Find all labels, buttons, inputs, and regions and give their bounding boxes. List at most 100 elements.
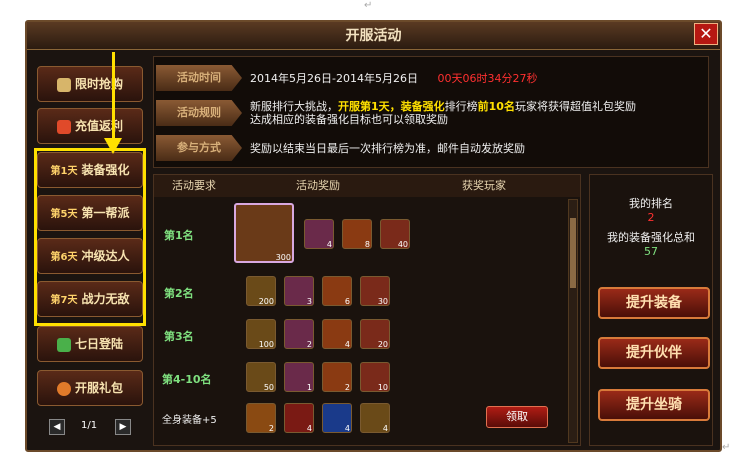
upgrade-equipment-button[interactable]: 提升装备 (598, 287, 710, 319)
sidebar-item-seven-day-login[interactable]: 七日登陆 (37, 326, 143, 362)
rank-label: 第1名 (164, 229, 194, 242)
sidebar-item-label: 战力无敌 (81, 292, 130, 306)
rule-highlight: 前10名 (477, 100, 515, 113)
item-count: 30 (377, 297, 388, 306)
time-row: 活动时间 2014年5月26日-2014年5月26日 00天06时34分27秒 (156, 65, 706, 91)
reward-item[interactable]: 4 (284, 403, 314, 433)
reward-item[interactable]: 30 (360, 276, 390, 306)
paragraph-mark-top: ↵ (364, 0, 373, 11)
sidebar-item-label: 充值返利 (74, 119, 123, 133)
rule-highlight: 开服第1天，装备强化 (338, 100, 445, 113)
item-count: 4 (306, 424, 312, 433)
my-total-value: 57 (644, 245, 658, 258)
table-header: 活动要求 活动奖励 获奖玩家 (154, 175, 580, 197)
rank-label: 第4-10名 (162, 373, 212, 386)
item-count: 2 (268, 424, 274, 433)
upgrade-mount-button[interactable]: 提升坐骑 (598, 389, 710, 421)
window-title: 开服活动 (345, 28, 402, 44)
main-panel: 活动时间 2014年5月26日-2014年5月26日 00天06时34分27秒 … (153, 56, 717, 448)
reward-item[interactable]: 300 (234, 203, 294, 263)
hourglass-icon (56, 77, 71, 92)
time-range: 2014年5月26日-2014年5月26日 (250, 72, 418, 85)
item-count: 1 (306, 383, 312, 392)
sidebar-item-label: 限时抢购 (74, 77, 123, 91)
item-count: 40 (397, 240, 408, 249)
sidebar-item-equip-enhance[interactable]: 第1天 装备强化 (37, 152, 143, 188)
sidebar-item-label: 装备强化 (81, 163, 130, 177)
rule-row: 活动规则 新服排行大挑战，开服第1天，装备强化排行榜前10名玩家将获得超值礼包奖… (156, 100, 706, 126)
sidebar-item-top-guild[interactable]: 第5天 第一帮派 (37, 195, 143, 231)
next-page-button[interactable]: ▶ (115, 419, 131, 435)
upgrade-partner-button[interactable]: 提升伙伴 (598, 337, 710, 369)
item-count: 20 (377, 340, 388, 349)
sidebar-item-day: 第5天 (50, 209, 78, 220)
sidebar-item-label: 七日登陆 (74, 337, 123, 351)
rule-part: 排行榜 (444, 100, 478, 113)
bag-icon (56, 119, 71, 134)
countdown: 00天06时34分27秒 (437, 72, 538, 85)
reward-item[interactable]: 3 (284, 276, 314, 306)
my-rank-value: 2 (647, 211, 655, 224)
sidebar-item-day: 第7天 (50, 295, 78, 306)
item-count: 3 (306, 297, 312, 306)
rule-tag: 活动规则 (156, 100, 242, 126)
reward-item[interactable]: 4 (322, 403, 352, 433)
my-total-label: 我的装备强化总和 (607, 231, 695, 244)
reward-item[interactable]: 2 (246, 403, 276, 433)
page-indicator: 1/1 (81, 420, 98, 431)
prev-page-button[interactable]: ◀ (49, 419, 65, 435)
reward-item[interactable]: 200 (246, 276, 276, 306)
reward-item[interactable]: 20 (360, 319, 390, 349)
item-count: 4 (344, 340, 350, 349)
item-count: 6 (344, 297, 350, 306)
sidebar-item-label: 开服礼包 (74, 381, 123, 395)
sidebar-item-flash-sale[interactable]: 限时抢购 (37, 66, 143, 102)
sidebar-item-label: 冲级达人 (81, 249, 130, 263)
reward-item[interactable]: 10 (360, 362, 390, 392)
time-tag: 活动时间 (156, 65, 242, 91)
login-icon (56, 337, 71, 352)
item-count: 4 (382, 424, 388, 433)
sidebar-item-power[interactable]: 第7天 战力无敌 (37, 281, 143, 317)
reward-table: 活动要求 活动奖励 获奖玩家 第1名 300 4 8 40 第2名 200 3 … (153, 174, 581, 446)
pointer-arrow-icon (104, 138, 122, 154)
header-requirement: 活动要求 (172, 179, 216, 192)
method-tag: 参与方式 (156, 135, 242, 161)
claim-button[interactable]: 领取 (486, 406, 548, 428)
table-scrollbar[interactable] (568, 199, 578, 443)
sidebar-item-label: 第一帮派 (81, 206, 130, 220)
reward-item[interactable]: 8 (342, 219, 372, 249)
rank-label: 第3名 (164, 330, 194, 343)
reward-item[interactable]: 2 (322, 362, 352, 392)
method-row: 参与方式 奖励以结束当日最后一次排行榜为准，邮件自动发放奖励 (156, 135, 706, 161)
close-button[interactable]: ✕ (694, 23, 718, 45)
item-count: 50 (263, 383, 274, 392)
scrollbar-thumb[interactable] (570, 218, 576, 288)
reward-item[interactable]: 100 (246, 319, 276, 349)
sidebar-item-launch-gift[interactable]: 开服礼包 (37, 370, 143, 406)
reward-item[interactable]: 50 (246, 362, 276, 392)
sidebar: 限时抢购 充值返利 第1天 装备强化 第5天 第一帮派 第6天 冲级达人 第7天 战力无… (33, 56, 149, 448)
method-text: 奖励以结束当日最后一次排行榜为准，邮件自动发放奖励 (250, 142, 525, 155)
reward-item[interactable]: 6 (322, 276, 352, 306)
reward-item[interactable]: 4 (360, 403, 390, 433)
sidebar-item-day: 第6天 (50, 252, 78, 263)
sidebar-item-recharge-rebate[interactable]: 充值返利 (37, 108, 143, 144)
rule-part: 玩家将获得超值礼包奖励 (514, 100, 636, 113)
sidebar-item-level-master[interactable]: 第6天 冲级达人 (37, 238, 143, 274)
item-count: 100 (258, 340, 274, 349)
item-count: 4 (326, 240, 332, 249)
reward-item[interactable]: 2 (284, 319, 314, 349)
reward-item[interactable]: 4 (322, 319, 352, 349)
item-count: 200 (258, 297, 274, 306)
reward-item[interactable]: 40 (380, 219, 410, 249)
rule-line2: 达成相应的装备强化目标也可以领取奖励 (250, 113, 448, 126)
sidebar-item-day: 第1天 (50, 166, 78, 177)
rank-label: 第2名 (164, 287, 194, 300)
reward-item[interactable]: 4 (304, 219, 334, 249)
page: ↵ ↵ 开服活动 ✕ 限时抢购 充值返利 第1天 装备强化 第5天 第一帮派 第6天… (0, 0, 736, 463)
gift-icon (56, 381, 71, 396)
rank-label: 全身装备+5 (162, 415, 217, 426)
item-count: 10 (377, 383, 388, 392)
reward-item[interactable]: 1 (284, 362, 314, 392)
